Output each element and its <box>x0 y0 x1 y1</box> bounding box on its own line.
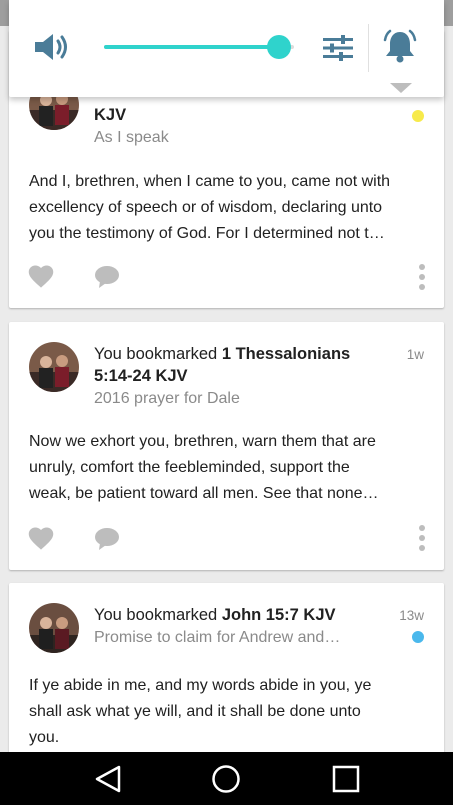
bookmark-reference[interactable]: KJV <box>94 104 384 126</box>
volume-slider[interactable] <box>104 34 294 60</box>
timestamp: 13w <box>399 608 424 623</box>
bookmark-reference[interactable]: You bookmarked John 15:7 KJV <box>94 604 384 626</box>
verse-text[interactable]: And I, brethren, when I came to you, cam… <box>29 169 429 247</box>
avatar[interactable] <box>29 603 79 653</box>
back-triangle-icon[interactable] <box>93 764 123 794</box>
avatar[interactable] <box>29 342 79 392</box>
comment-icon[interactable] <box>93 526 121 552</box>
verse-text[interactable]: Now we exhort you, brethren, warn them t… <box>29 429 429 507</box>
unread-indicator-blue <box>412 631 424 643</box>
bookmark-note: As I speak <box>94 129 169 146</box>
slider-thumb[interactable] <box>266 35 291 59</box>
bell-icon[interactable] <box>382 28 418 64</box>
timestamp: 1w <box>406 347 424 362</box>
speaker-icon[interactable] <box>33 31 73 63</box>
volume-panel <box>9 0 444 97</box>
more-vert-icon[interactable] <box>417 524 427 552</box>
chevron-down-icon[interactable] <box>389 81 413 93</box>
bookmark-note: Promise to claim for Andrew and… <box>94 629 341 646</box>
heart-icon[interactable] <box>27 525 55 551</box>
feed-card[interactable]: You bookmarked John 15:7 KJV 13w Promise… <box>9 583 444 752</box>
bookmark-note: 2016 prayer for Dale <box>94 390 240 407</box>
home-circle-icon[interactable] <box>211 764 241 794</box>
recents-square-icon[interactable] <box>331 764 361 794</box>
activity-feed[interactable]: KJV As I speak And I, brethren, when I c… <box>0 0 453 752</box>
verse-text[interactable]: If ye abide in me, and my words abide in… <box>29 673 429 751</box>
bookmark-reference[interactable]: You bookmarked 1 Thessalonians 5:14-24 KJ… <box>94 343 384 387</box>
heart-icon[interactable] <box>27 263 55 289</box>
equalizer-icon[interactable] <box>321 34 355 62</box>
slider-fill <box>104 45 279 49</box>
comment-icon[interactable] <box>93 264 121 290</box>
divider <box>368 24 369 72</box>
unread-indicator-yellow <box>412 110 424 122</box>
feed-card[interactable]: You bookmarked 1 Thessalonians 5:14-24 KJ… <box>9 322 444 570</box>
more-vert-icon[interactable] <box>417 263 427 291</box>
system-nav-bar <box>0 752 453 805</box>
